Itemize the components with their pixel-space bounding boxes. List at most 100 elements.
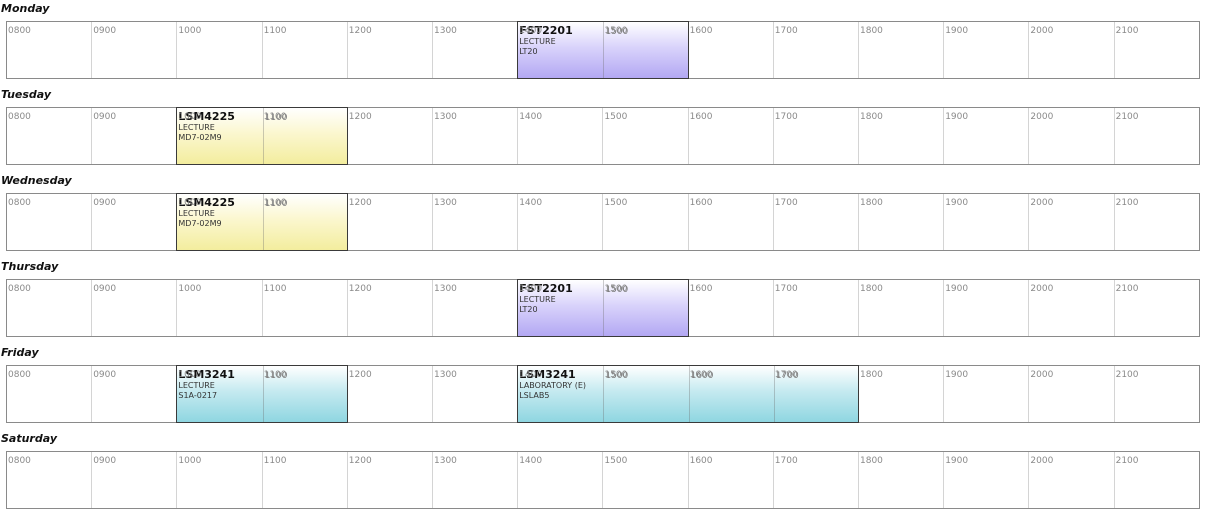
- lesson-type: LECTURE: [519, 37, 556, 46]
- day-row-wednesday: 0800 0900 1000 1100 1200 1300 1400 1500 1600 1700…: [6, 193, 1200, 251]
- class-block-lsm4225-wednesday[interactable]: 1100 LSM4225 LECTURE MD7-02M9: [176, 193, 348, 251]
- lesson-type: LABORATORY (E): [519, 381, 586, 390]
- hour-divider: [602, 452, 604, 508]
- hour-label-2100: 2100: [1115, 284, 1139, 294]
- hour-divider: [858, 22, 859, 78]
- class-block-lsm4225-tuesday[interactable]: 1100 LSM4225 LECTURE MD7-02M9: [176, 107, 348, 165]
- hour-divider: [772, 194, 774, 250]
- hour-label-0900: 0900: [93, 198, 117, 208]
- hour-label-1400: 1400: [519, 456, 543, 466]
- class-block-fst2201-thursday[interactable]: 1500 FST2201 LECTURE LT20: [517, 279, 689, 337]
- hour-label-1300: 1300: [434, 456, 457, 466]
- hour-divider: [261, 452, 263, 508]
- day-label-tuesday: Tuesday: [1, 88, 52, 101]
- hour-divider: [91, 280, 93, 336]
- hour-divider: [176, 452, 178, 508]
- hour-label-1000: 1000: [178, 456, 202, 466]
- hour-divider: [346, 452, 348, 508]
- hour-label-1500: 1500: [604, 284, 628, 294]
- hour-divider: [943, 108, 945, 164]
- hour-label-1700: 1700: [774, 284, 798, 294]
- hour-label-1900: 1900: [945, 370, 969, 380]
- hour-label-1100: 1100: [263, 26, 287, 36]
- hour-label-0900: 0900: [93, 284, 117, 294]
- hour-divider: [858, 280, 859, 336]
- class-block-lsm3241-friday[interactable]: 1500 1600 1700 LSM3241 LABORATORY (E) LSLAB5: [517, 365, 859, 423]
- hour-divider: [176, 280, 178, 336]
- hour-label-1200: 1200: [348, 456, 372, 466]
- hour-label-2100: 2100: [1115, 198, 1139, 208]
- hour-label-1800: 1800: [860, 456, 883, 466]
- class-block-lsm3241-friday[interactable]: 1100 LSM3241 LECTURE S1A-0217: [176, 365, 348, 423]
- day-label-saturday: Saturday: [1, 432, 57, 445]
- hour-label-1200: 1200: [348, 198, 372, 208]
- hour-label-0900: 0900: [93, 456, 117, 466]
- hour-divider: [91, 452, 93, 508]
- weekly-timetable: Monday 0800 0900 1000 1100 1200 1300 1400 1500 16…: [0, 0, 1206, 516]
- hour-label-2000: 2000: [1030, 26, 1054, 36]
- hour-divider: [1028, 452, 1030, 508]
- hour-label-2100: 2100: [1115, 456, 1139, 466]
- venue: S1A-0217: [178, 391, 218, 400]
- hour-label-2000: 2000: [1030, 370, 1054, 380]
- hour-label-1600: 1600: [689, 370, 713, 380]
- hour-divider: [943, 22, 945, 78]
- hour-divider: [772, 452, 774, 508]
- hour-divider: [432, 280, 433, 336]
- day-row-monday: 0800 0900 1000 1100 1200 1300 1400 1500 1600 1700…: [6, 21, 1200, 79]
- hour-label-1500: 1500: [604, 456, 628, 466]
- hour-label-1000: 1000: [178, 284, 202, 294]
- hour-label-1200: 1200: [348, 284, 372, 294]
- hour-label-1700: 1700: [774, 370, 798, 380]
- hour-label-0900: 0900: [93, 26, 117, 36]
- hour-label-1500: 1500: [604, 198, 628, 208]
- hour-label-1300: 1300: [434, 198, 457, 208]
- lesson-type: LECTURE: [519, 295, 556, 304]
- hour-label-1100: 1100: [263, 456, 287, 466]
- hour-divider: [91, 108, 93, 164]
- venue: MD7-02M9: [178, 219, 222, 228]
- hour-divider: [261, 280, 263, 336]
- hour-label-1400: 1400: [519, 284, 543, 294]
- hour-label-1900: 1900: [945, 456, 969, 466]
- hour-divider: [1113, 22, 1115, 78]
- hour-label-2100: 2100: [1115, 26, 1139, 36]
- day-label-wednesday: Wednesday: [1, 174, 72, 187]
- hour-label-0900: 0900: [93, 112, 117, 122]
- hour-label-0800: 0800: [8, 198, 31, 208]
- hour-label-1700: 1700: [774, 198, 798, 208]
- day-row-friday: 0800 0900 1000 1100 1200 1300 1400 1500 1600 1700…: [6, 365, 1200, 423]
- hour-divider: [1113, 452, 1115, 508]
- lesson-type: LECTURE: [178, 381, 215, 390]
- hour-label-1300: 1300: [434, 112, 457, 122]
- hour-divider: [1028, 194, 1030, 250]
- class-block-fst2201-monday[interactable]: 1500 FST2201 LECTURE LT20: [517, 21, 689, 79]
- hour-label-1600: 1600: [689, 26, 713, 36]
- day-row-tuesday: 0800 0900 1000 1100 1200 1300 1400 1500 1600 1700…: [6, 107, 1200, 165]
- hour-divider: [91, 366, 93, 422]
- hour-divider: [772, 108, 774, 164]
- hour-label-1400: 1400: [519, 112, 543, 122]
- hour-label-1200: 1200: [348, 112, 372, 122]
- hour-label-0800: 0800: [8, 284, 31, 294]
- hour-label-2000: 2000: [1030, 284, 1054, 294]
- hour-label-1700: 1700: [774, 26, 798, 36]
- hour-label-1200: 1200: [348, 370, 372, 380]
- hour-divider: [1113, 280, 1115, 336]
- hour-divider: [943, 452, 945, 508]
- day-row-thursday: 0800 0900 1000 1100 1200 1300 1400 1500 1600 1700…: [6, 279, 1200, 337]
- hour-label-1800: 1800: [860, 370, 883, 380]
- hour-label-1000: 1000: [178, 26, 202, 36]
- hour-divider: [858, 194, 859, 250]
- hour-label-2100: 2100: [1115, 370, 1139, 380]
- hour-divider: [261, 22, 263, 78]
- hour-divider: [1028, 108, 1030, 164]
- day-row-saturday: 0800 0900 1000 1100 1200 1300 1400 1500 1600 1700…: [6, 451, 1200, 509]
- hour-label-1300: 1300: [434, 370, 457, 380]
- hour-label-0800: 0800: [8, 370, 31, 380]
- hour-divider: [602, 108, 604, 164]
- hour-label-1900: 1900: [945, 112, 969, 122]
- hour-label-1000: 1000: [178, 370, 202, 380]
- hour-divider: [432, 366, 433, 422]
- hour-divider: [858, 452, 859, 508]
